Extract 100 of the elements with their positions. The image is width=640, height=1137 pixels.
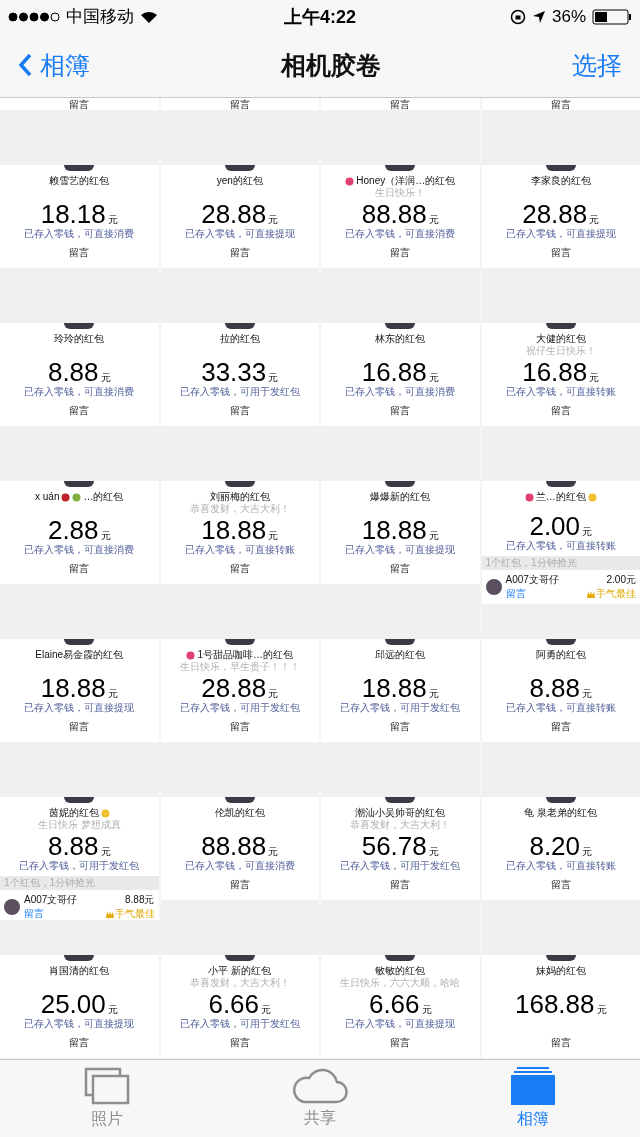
status-text: 已存入零钱，可直接消费	[24, 228, 135, 240]
sender-name: 刘丽梅的红包	[209, 491, 270, 503]
comment-label: 留言	[69, 1036, 90, 1050]
screenshot-thumbnail[interactable]: Elaine易金霞的红包 18.88 元 已存入零钱，可直接提现 留言	[0, 584, 159, 742]
unit-text: 元	[421, 1003, 432, 1017]
unit-text: 元	[428, 213, 439, 227]
unit-text: 元	[582, 525, 593, 539]
blessing-text: 祝仔生日快乐！	[525, 345, 596, 356]
comment-label: 留言	[69, 720, 90, 734]
sender-name: 妹妈的红包	[535, 965, 586, 977]
select-button[interactable]: 选择	[572, 48, 622, 82]
avatar-icon	[545, 165, 576, 171]
amount-text: 28.88	[522, 200, 588, 228]
status-text: 已存入零钱，可直接转账	[505, 702, 616, 714]
avatar-icon	[224, 639, 255, 645]
status-text: 已存入零钱，可直接提现	[24, 702, 135, 714]
screenshot-thumbnail[interactable]: 刘丽梅的红包 恭喜发财，大吉大利！ 18.88 元 已存入零钱，可直接转账 留言	[160, 426, 319, 584]
screenshot-thumbnail[interactable]: 阿勇的红包 8.88 元 已存入零钱，可直接转账 留言	[481, 604, 640, 742]
status-text: 已存入零钱，可用于发红包	[179, 702, 300, 714]
comment-label: 留言	[229, 1036, 250, 1050]
comment-link[interactable]: 留言	[505, 587, 583, 601]
wifi-icon	[140, 9, 158, 24]
amount-text: 18.88	[361, 516, 427, 544]
avatar-icon	[64, 481, 95, 487]
screenshot-thumbnail[interactable]: 肖国清的红包 25.00 元 已存入零钱，可直接提现 留言	[0, 920, 159, 1058]
avatar-icon	[385, 323, 416, 329]
page-title: 相机胶卷	[281, 49, 381, 81]
unit-text: 元	[268, 687, 279, 701]
avatar-icon	[385, 639, 416, 645]
blessing-text: 生日快乐！	[375, 187, 426, 198]
unit-text: 元	[582, 845, 593, 859]
amount-text: 16.88	[361, 358, 427, 386]
sender-name: 李家良的红包	[530, 175, 591, 187]
screenshot-thumbnail[interactable]: 赖雪艺的红包 18.18 元 已存入零钱，可直接消费 留言	[0, 110, 159, 268]
screenshot-thumbnail[interactable]: 大健的红包 祝仔生日快乐！ 16.88 元 已存入零钱，可直接转账 留言	[481, 268, 640, 426]
photos-icon	[83, 1067, 130, 1105]
status-text: 已存入零钱，可直接提现	[345, 1018, 456, 1030]
screenshot-thumbnail[interactable]: 敏敏的红包 生日快乐，六六大顺，哈哈 6.66 元 已存入零钱，可直接提现 留言	[321, 900, 480, 1058]
avatar-icon	[545, 481, 576, 487]
crown-icon	[587, 590, 595, 598]
comment-label: 留言	[229, 720, 250, 734]
avatar-icon	[385, 955, 416, 961]
sender-name: A007文哥仔	[24, 893, 79, 907]
unit-text: 元	[268, 845, 279, 859]
status-text: 已存入零钱，可直接消费	[345, 228, 456, 240]
avatar-icon	[545, 955, 576, 961]
amount-text: 168.88	[515, 990, 595, 1018]
status-text: 已存入零钱，可直接消费	[345, 386, 456, 398]
unit-text: 元	[107, 213, 118, 227]
screenshot-thumbnail[interactable]: 李家良的红包 28.88 元 已存入零钱，可直接提现 留言	[481, 110, 640, 268]
status-text: 已存入零钱，可直接消费	[184, 860, 295, 872]
sender-name: 大健的红包	[535, 333, 586, 345]
amount-text: 56.78	[361, 832, 427, 860]
avatar-icon	[64, 639, 95, 645]
screenshot-thumbnail[interactable]: 玲玲的红包 8.88 元 已存入零钱，可直接消费 留言	[0, 268, 159, 426]
screenshot-thumbnail[interactable]: 伦凯的红包 88.88 元 已存入零钱，可直接消费 留言	[160, 742, 319, 900]
back-button[interactable]: 相簿	[18, 48, 90, 82]
screenshot-thumbnail[interactable]: 妹妈的红包 168.88 元 留言	[481, 900, 640, 1058]
screenshot-thumbnail[interactable]: 拉的红包 33.33 元 已存入零钱，可用于发红包 留言	[160, 268, 319, 426]
screenshot-thumbnail[interactable]: yen的红包 28.88 元 已存入零钱，可直接提现 留言	[160, 110, 319, 268]
sender-name: 兰…的红包	[535, 491, 586, 503]
screenshot-thumbnail[interactable]: 1号甜品咖啡…的红包 生日快乐，早生贵子！！！ 28.88 元 已存入零钱，可用于发红包 留言	[160, 584, 319, 742]
comment-label: 留言	[550, 1036, 571, 1050]
tab[interactable]: 相簿	[426, 1060, 640, 1137]
avatar-icon	[224, 165, 255, 171]
sender-name: 拉的红包	[219, 333, 260, 345]
screenshot-thumbnail[interactable]: x uán …的红包 2.88 元 已存入零钱，可直接消费 留言	[0, 426, 159, 584]
unit-text: 元	[428, 687, 439, 701]
comment-link[interactable]: 留言	[24, 907, 102, 920]
status-text: 已存入零钱，可直接转账	[505, 386, 616, 398]
status-text: 已存入零钱，可直接转账	[184, 544, 295, 556]
avatar-icon	[545, 797, 576, 803]
carrier-text: 中国移动	[66, 6, 134, 28]
screenshot-thumbnail[interactable]: 爆爆新的红包 18.88 元 已存入零钱，可直接提现 留言	[321, 426, 480, 584]
comment-label: 留言	[390, 246, 411, 260]
sender-name: 玲玲的红包	[54, 333, 105, 345]
sender-name: 小平 新的红包	[208, 965, 272, 977]
amount-text: 2.88	[47, 516, 99, 544]
blessing-text: 恭喜发财，大吉大利！	[189, 977, 290, 988]
sender-name: 肖国清的红包	[49, 965, 110, 977]
unit-text: 元	[100, 529, 111, 543]
battery-icon	[592, 8, 632, 25]
crown-icon	[105, 910, 114, 918]
comment-label: 留言	[229, 246, 250, 260]
avatar-icon	[64, 165, 95, 171]
screenshot-thumbnail[interactable]: 林东的红包 16.88 元 已存入零钱，可直接消费 留言	[321, 268, 480, 426]
screenshot-thumbnail[interactable]: Honey（洋润…的红包 生日快乐！ 88.88 元 已存入零钱，可直接消费 留言	[321, 110, 480, 268]
blessing-text: 生日快乐，六六大顺，哈哈	[340, 977, 461, 988]
screenshot-thumbnail[interactable]: 潮汕小吴帅哥的红包 恭喜发财，大吉大利！ 56.78 元 已存入零钱，可用于发红包 留言	[321, 742, 480, 900]
sender-name: 茵妮的红包	[48, 807, 99, 819]
avatar-icon	[385, 797, 416, 803]
screenshot-thumbnail[interactable]: 邱远的红包 18.88 元 已存入零钱，可用于发红包 留言	[321, 584, 480, 742]
blessing-text: 生日快乐 梦想成真	[37, 819, 121, 830]
amount-text: 2.00元	[606, 573, 636, 587]
avatar-icon	[64, 797, 95, 803]
blessing-text: 恭喜发财，大吉大利！	[189, 503, 290, 514]
sender-name: …的红包	[83, 491, 124, 503]
screenshot-thumbnail[interactable]: 龟 泉老弟的红包 8.20 元 已存入零钱，可直接转账 留言	[481, 742, 640, 900]
screenshot-thumbnail[interactable]: 小平 新的红包 恭喜发财，大吉大利！ 6.66 元 已存入零钱，可用于发红包 留言	[160, 900, 319, 1058]
amount-text: 8.88	[47, 832, 99, 860]
